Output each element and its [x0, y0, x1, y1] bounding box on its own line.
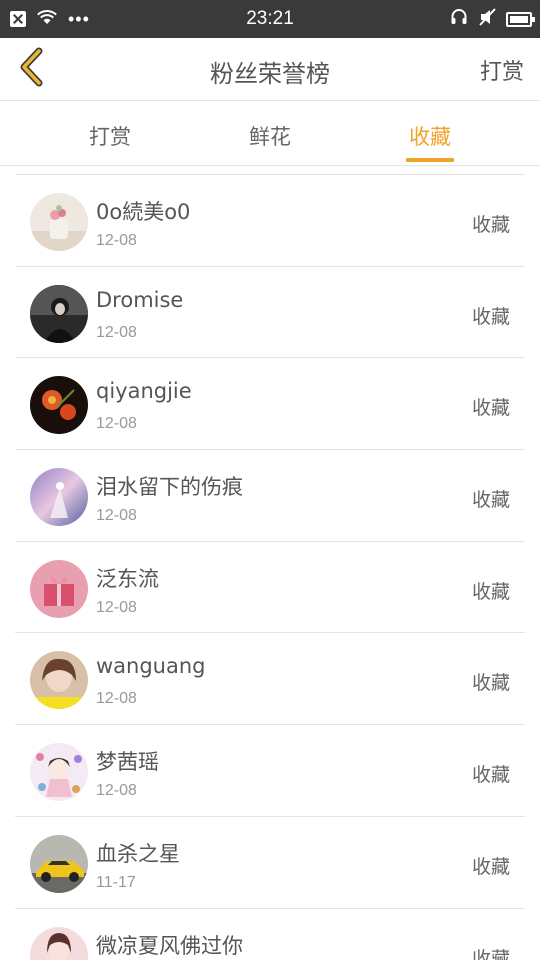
item-date: 12-08 — [96, 782, 137, 800]
item-date: 12-08 — [96, 690, 137, 708]
item-action[interactable]: 收藏 — [472, 485, 510, 512]
status-bar: ••• 23:21 — [0, 0, 540, 38]
tab-label: 打赏 — [89, 125, 131, 149]
tab-bar: 打赏 鲜花 收藏 — [0, 101, 540, 166]
avatar[interactable] — [30, 926, 88, 960]
list-item[interactable]: 泛东流 12-08 收藏 — [15, 542, 525, 634]
tab-flowers[interactable]: 鲜花 — [180, 101, 360, 166]
list-item[interactable]: 泪水留下的伤痕 12-08 收藏 — [15, 450, 525, 542]
avatar[interactable] — [30, 743, 88, 802]
user-name: qiyangjie — [96, 379, 192, 404]
item-action[interactable]: 收藏 — [472, 393, 510, 420]
avatar[interactable] — [30, 559, 88, 618]
avatar[interactable] — [30, 193, 88, 251]
user-name: 0o続美o0 — [96, 200, 191, 224]
list-item[interactable]: 梦茜瑶 12-08 收藏 — [15, 725, 525, 817]
list-item[interactable]: 0o続美o0 12-08 收藏 — [15, 175, 525, 267]
user-name: 血杀之星 — [96, 841, 180, 866]
user-name: 泛东流 — [96, 566, 159, 591]
user-name: 微凉夏风佛过你 — [96, 933, 243, 958]
list-item[interactable]: 微凉夏风佛过你 收藏 — [15, 909, 525, 960]
tab-label: 鲜花 — [249, 125, 291, 149]
battery-icon — [506, 11, 535, 27]
item-action[interactable]: 收藏 — [472, 852, 510, 879]
item-date: 12-08 — [96, 232, 137, 249]
user-name: Dromise — [96, 287, 184, 312]
item-action[interactable]: 收藏 — [472, 944, 510, 960]
active-tab-indicator — [406, 158, 454, 162]
avatar[interactable] — [30, 651, 88, 710]
mute-icon — [478, 8, 496, 30]
status-bar-right — [450, 8, 535, 30]
user-name: wanguang — [96, 654, 206, 679]
item-date: 11-17 — [96, 873, 136, 891]
item-action[interactable]: 收藏 — [472, 760, 510, 787]
item-date: 12-08 — [96, 415, 137, 433]
item-action[interactable]: 收藏 — [472, 210, 510, 237]
nav-bar: 粉丝荣誉榜 打赏 — [0, 38, 540, 101]
item-date: 12-08 — [96, 598, 137, 616]
item-date: 12-08 — [96, 507, 137, 525]
tab-label: 收藏 — [409, 125, 451, 149]
reward-button[interactable]: 打赏 — [480, 54, 524, 86]
avatar[interactable] — [30, 376, 88, 435]
item-action[interactable]: 收藏 — [472, 302, 510, 329]
list-item[interactable]: 血杀之星 11-17 收藏 — [15, 817, 525, 909]
tab-reward[interactable]: 打赏 — [20, 101, 200, 166]
user-name: 梦茜瑶 — [96, 750, 159, 775]
user-name: 泪水留下的伤痕 — [96, 475, 243, 500]
avatar[interactable] — [30, 284, 88, 343]
page-title: 粉丝荣誉榜 — [210, 60, 330, 88]
avatar[interactable] — [30, 834, 88, 893]
list-item[interactable]: Dromise 12-08 收藏 — [15, 267, 525, 359]
item-date: 12-08 — [96, 323, 137, 341]
list-item[interactable]: qiyangjie 12-08 收藏 — [15, 358, 525, 451]
list-item[interactable]: wanguang 12-08 收藏 — [15, 633, 525, 726]
headset-icon — [450, 8, 468, 30]
tab-favorites[interactable]: 收藏 — [340, 101, 520, 166]
item-action[interactable]: 收藏 — [472, 577, 510, 604]
fan-list[interactable]: 0o続美o0 12-08 收藏 Dromise 12-08 收藏 qiyangj… — [15, 174, 525, 960]
item-action[interactable]: 收藏 — [472, 668, 510, 695]
avatar[interactable] — [30, 468, 88, 527]
